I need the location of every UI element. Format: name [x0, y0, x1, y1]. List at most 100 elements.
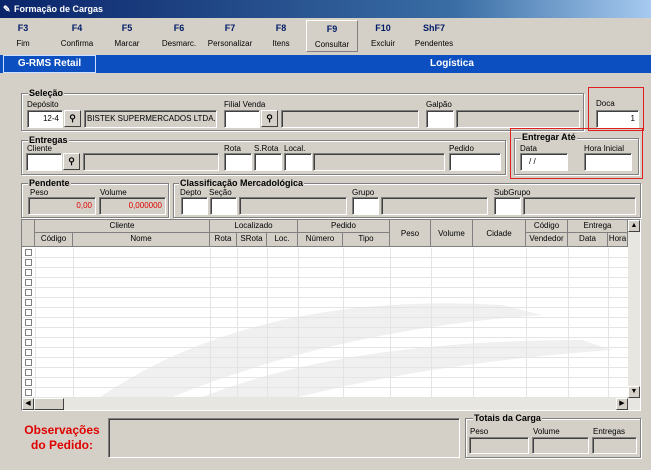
row-checkbox[interactable]: [25, 329, 32, 336]
cliente-input[interactable]: [26, 153, 62, 171]
column-header-rota[interactable]: Rota: [210, 233, 237, 247]
button-label: Desmarc.: [161, 39, 197, 48]
column-header-codigo[interactable]: Código: [35, 233, 73, 247]
deposito-input[interactable]: 12-4: [27, 110, 63, 128]
column-header-hora[interactable]: Hora: [608, 233, 628, 247]
binoculars-search-icon[interactable]: ⚲: [63, 153, 80, 170]
toolbar-button-desmarcar[interactable]: F6 Desmarc.: [158, 20, 200, 52]
row-checkbox[interactable]: [25, 269, 32, 276]
scroll-right-icon[interactable]: ▶: [616, 398, 628, 410]
column-header-tipo[interactable]: Tipo: [343, 233, 390, 247]
binoculars-search-icon[interactable]: ⚲: [64, 110, 81, 127]
grupo-input[interactable]: [352, 197, 379, 215]
column-header-volume[interactable]: Volume: [431, 220, 473, 247]
totais-volume-value: [532, 437, 589, 454]
filial-input[interactable]: [224, 110, 260, 128]
observacoes-field: [108, 418, 460, 458]
table-row[interactable]: [22, 378, 628, 388]
column-header-cidade[interactable]: Cidade: [473, 220, 526, 247]
column-header-data[interactable]: Data: [568, 233, 608, 247]
toolbar-button-confirma[interactable]: F4 Confirma: [56, 20, 98, 52]
column-header-srota[interactable]: SRota: [237, 233, 267, 247]
row-checkbox[interactable]: [25, 299, 32, 306]
row-checkbox[interactable]: [25, 359, 32, 366]
table-row[interactable]: [22, 248, 628, 258]
hora-inicial-input[interactable]: [584, 153, 632, 171]
row-checkbox[interactable]: [25, 319, 32, 326]
toolbar-button-excluir[interactable]: F10 Excluir: [364, 20, 402, 52]
pedido-label: Pedido: [449, 144, 474, 153]
table-row[interactable]: [22, 328, 628, 338]
subgrupo-name: [523, 197, 636, 215]
grupo-name: [381, 197, 488, 215]
brand-label: G-RMS Retail: [3, 55, 96, 73]
table-row[interactable]: [22, 268, 628, 278]
depto-input[interactable]: [181, 197, 208, 215]
grupo-label: Grupo: [352, 188, 375, 197]
scroll-down-icon[interactable]: ▼: [628, 386, 640, 398]
toolbar-button-consultar[interactable]: F9 Consultar: [306, 20, 358, 52]
local-input[interactable]: [284, 153, 312, 171]
column-header-numero[interactable]: Número: [298, 233, 343, 247]
binoculars-search-icon[interactable]: ⚲: [261, 110, 278, 127]
toolbar-button-pendentes[interactable]: ShF7 Pendentes: [410, 20, 458, 52]
toolbar-button-fim[interactable]: F3 Fim: [4, 20, 42, 52]
row-checkbox[interactable]: [25, 249, 32, 256]
selecao-title: Seleção: [28, 88, 65, 98]
row-checkbox[interactable]: [25, 379, 32, 386]
data-input[interactable]: / /: [520, 153, 568, 171]
vertical-scrollbar[interactable]: ▲ ▼: [628, 220, 640, 398]
table-row[interactable]: [22, 288, 628, 298]
column-header-nome[interactable]: Nome: [73, 233, 210, 247]
toolbar-button-personalizar[interactable]: F7 Personalizar: [205, 20, 255, 52]
table-row[interactable]: [22, 348, 628, 358]
table-row[interactable]: [22, 258, 628, 268]
row-checkbox[interactable]: [25, 279, 32, 286]
subgrupo-input[interactable]: [494, 197, 521, 215]
group-header-localizado: Localizado: [210, 220, 298, 233]
column-header-loc[interactable]: Loc.: [267, 233, 298, 247]
toolbar-button-marcar[interactable]: F5 Marcar: [108, 20, 146, 52]
column-header-peso[interactable]: Peso: [390, 220, 431, 247]
pedido-input[interactable]: [449, 153, 501, 171]
scroll-up-icon[interactable]: ▲: [628, 220, 640, 232]
totais-peso-value: [469, 437, 529, 454]
area-label: Logística: [430, 58, 474, 69]
galpao-input[interactable]: [426, 110, 454, 128]
scroll-thumb[interactable]: [34, 398, 64, 410]
table-row[interactable]: [22, 358, 628, 368]
classificacao-title: Classificação Mercadológica: [179, 178, 305, 188]
horizontal-scrollbar[interactable]: ◀ ▶: [22, 398, 640, 410]
table-row[interactable]: [22, 368, 628, 378]
row-checkbox[interactable]: [25, 309, 32, 316]
totais-entregas-label: Entregas: [593, 427, 626, 436]
table-row[interactable]: [22, 278, 628, 288]
button-label: Excluir: [370, 39, 395, 48]
row-checkbox[interactable]: [25, 289, 32, 296]
secao-name: [239, 197, 347, 215]
totais-entregas-value: [592, 437, 637, 454]
row-checkbox[interactable]: [25, 259, 32, 266]
doca-input[interactable]: 1: [596, 110, 639, 128]
toolbar-button-itens[interactable]: F8 Itens: [262, 20, 300, 52]
scroll-left-icon[interactable]: ◀: [22, 398, 34, 410]
shortcut-key: F6: [173, 23, 185, 33]
secao-input[interactable]: [210, 197, 237, 215]
totais-title: Totais da Carga: [473, 413, 542, 423]
table-row[interactable]: [22, 318, 628, 328]
row-checkbox[interactable]: [25, 389, 32, 396]
table-row[interactable]: [22, 308, 628, 318]
table-row[interactable]: [22, 298, 628, 308]
row-checkbox[interactable]: [25, 349, 32, 356]
table-row[interactable]: [22, 388, 628, 398]
srota-input[interactable]: [254, 153, 282, 171]
cargas-grid[interactable]: Cliente Localizado Pedido Peso Volume Ci…: [21, 219, 641, 411]
column-header-vendedor[interactable]: Vendedor: [526, 233, 568, 247]
row-checkbox[interactable]: [25, 369, 32, 376]
shortcut-key: F10: [375, 23, 391, 33]
row-checkbox[interactable]: [25, 339, 32, 346]
shortcut-key: F7: [224, 23, 236, 33]
local-label: Local.: [284, 144, 306, 153]
table-row[interactable]: [22, 338, 628, 348]
rota-input[interactable]: [224, 153, 252, 171]
